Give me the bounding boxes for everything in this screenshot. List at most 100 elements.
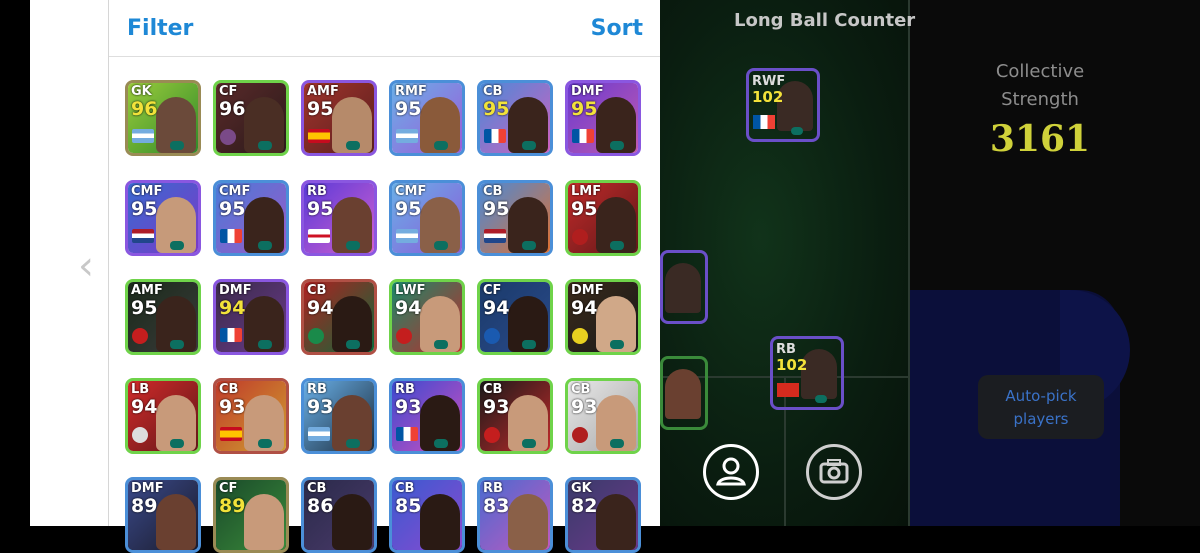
camera-icon bbox=[819, 459, 849, 484]
badge-icon bbox=[258, 340, 272, 349]
club-crest-icon bbox=[484, 427, 500, 443]
auto-pick-button[interactable]: Auto-pick players bbox=[978, 375, 1104, 439]
chevron-left-icon[interactable]: ‹ bbox=[78, 246, 94, 286]
player-card[interactable]: CB 85 bbox=[389, 477, 465, 553]
flag-icon bbox=[396, 129, 418, 143]
club-crest-icon bbox=[572, 427, 588, 443]
player-card[interactable]: CMF 95 bbox=[213, 180, 289, 256]
badge-icon bbox=[170, 141, 184, 150]
player-card[interactable]: CB 93 bbox=[477, 378, 553, 454]
screen-edge bbox=[0, 0, 30, 526]
flag-icon bbox=[753, 115, 775, 129]
player-card[interactable]: CB 93 bbox=[213, 378, 289, 454]
badge-icon bbox=[610, 141, 624, 150]
panel-header: Filter Sort bbox=[109, 0, 661, 57]
badge-icon bbox=[522, 141, 536, 150]
player-card[interactable]: RB 95 bbox=[301, 180, 377, 256]
filter-button[interactable]: Filter bbox=[127, 16, 193, 41]
club-crest-icon bbox=[572, 328, 588, 344]
player-card[interactable]: CF 89 bbox=[213, 477, 289, 553]
player-card[interactable]: LWF 94 bbox=[389, 279, 465, 355]
badge-icon bbox=[434, 340, 448, 349]
badge-icon bbox=[815, 395, 827, 403]
badge-icon bbox=[170, 241, 184, 250]
flag-icon bbox=[308, 427, 330, 441]
club-crest-icon bbox=[132, 328, 148, 344]
player-card[interactable]: CF 96 bbox=[213, 80, 289, 156]
badge-icon bbox=[522, 241, 536, 250]
player-card[interactable]: DMF 95 bbox=[565, 80, 641, 156]
player-card[interactable]: RB 93 bbox=[301, 378, 377, 454]
badge-icon bbox=[346, 439, 360, 448]
badge-icon bbox=[258, 439, 272, 448]
player-card[interactable]: DMF 94 bbox=[213, 279, 289, 355]
player-card[interactable]: RMF 95 bbox=[389, 80, 465, 156]
flag-icon bbox=[484, 129, 506, 143]
field-player-card[interactable] bbox=[660, 250, 708, 324]
badge-icon bbox=[791, 127, 803, 135]
flag-icon bbox=[777, 383, 799, 397]
badge-icon bbox=[522, 439, 536, 448]
player-card[interactable]: AMF 95 bbox=[301, 80, 377, 156]
flag-icon bbox=[220, 427, 242, 441]
badge-icon bbox=[522, 340, 536, 349]
collective-strength-label: Collective Strength bbox=[995, 61, 1085, 110]
field-player-card[interactable] bbox=[660, 356, 708, 430]
player-card[interactable]: GK 82 bbox=[565, 477, 641, 553]
player-list-panel: Filter Sort GK 96 CF 96 AMF 95 RMF 95 CB 95 D… bbox=[108, 0, 661, 553]
club-crest-icon bbox=[132, 427, 148, 443]
flag-icon bbox=[132, 129, 154, 143]
player-card[interactable]: DMF 89 bbox=[125, 477, 201, 553]
field-player-card[interactable]: RB 102 bbox=[770, 336, 844, 410]
club-crest-icon bbox=[572, 229, 588, 245]
badge-icon bbox=[346, 241, 360, 250]
player-card[interactable]: CB 95 bbox=[477, 80, 553, 156]
player-card[interactable]: DMF 94 bbox=[565, 279, 641, 355]
player-card[interactable]: RB 83 bbox=[477, 477, 553, 553]
player-card[interactable]: CF 94 bbox=[477, 279, 553, 355]
player-card[interactable]: CB 86 bbox=[301, 477, 377, 553]
badge-icon bbox=[170, 340, 184, 349]
flag-icon bbox=[396, 229, 418, 243]
player-card[interactable]: CB 93 bbox=[565, 378, 641, 454]
badge-icon bbox=[434, 241, 448, 250]
flag-icon bbox=[484, 229, 506, 243]
club-crest-icon bbox=[396, 328, 412, 344]
flag-icon bbox=[220, 328, 242, 342]
player-card[interactable]: LB 94 bbox=[125, 378, 201, 454]
badge-icon bbox=[610, 340, 624, 349]
player-card[interactable]: CMF 95 bbox=[389, 180, 465, 256]
badge-icon bbox=[434, 141, 448, 150]
badge-icon bbox=[346, 141, 360, 150]
flag-icon bbox=[308, 229, 330, 243]
camera-button[interactable] bbox=[806, 444, 862, 500]
player-card[interactable]: LMF 95 bbox=[565, 180, 641, 256]
badge-icon bbox=[346, 340, 360, 349]
player-card[interactable]: CMF 95 bbox=[125, 180, 201, 256]
left-margin bbox=[30, 0, 108, 526]
badge-icon bbox=[434, 439, 448, 448]
flag-icon bbox=[396, 427, 418, 441]
player-card[interactable]: RB 93 bbox=[389, 378, 465, 454]
player-card[interactable]: GK 96 bbox=[125, 80, 201, 156]
person-button[interactable] bbox=[703, 444, 759, 500]
flag-icon bbox=[572, 129, 594, 143]
field-player-card[interactable]: RWF 102 bbox=[746, 68, 820, 142]
sort-button[interactable]: Sort bbox=[591, 16, 643, 41]
badge-icon bbox=[258, 141, 272, 150]
badge-icon bbox=[258, 241, 272, 250]
player-face bbox=[665, 369, 701, 419]
person-icon bbox=[716, 457, 746, 486]
club-crest-icon bbox=[484, 328, 500, 344]
player-face bbox=[665, 263, 701, 313]
player-card[interactable]: CB 94 bbox=[301, 279, 377, 355]
collective-strength-value: 3161 bbox=[989, 118, 1091, 160]
flag-icon bbox=[220, 229, 242, 243]
badge-icon bbox=[170, 439, 184, 448]
formation-title: Long Ball Counter bbox=[734, 10, 916, 31]
player-card[interactable]: CB 95 bbox=[477, 180, 553, 256]
club-crest-icon bbox=[308, 328, 324, 344]
player-card[interactable]: AMF 95 bbox=[125, 279, 201, 355]
club-crest-icon bbox=[220, 129, 236, 145]
badge-icon bbox=[610, 439, 624, 448]
